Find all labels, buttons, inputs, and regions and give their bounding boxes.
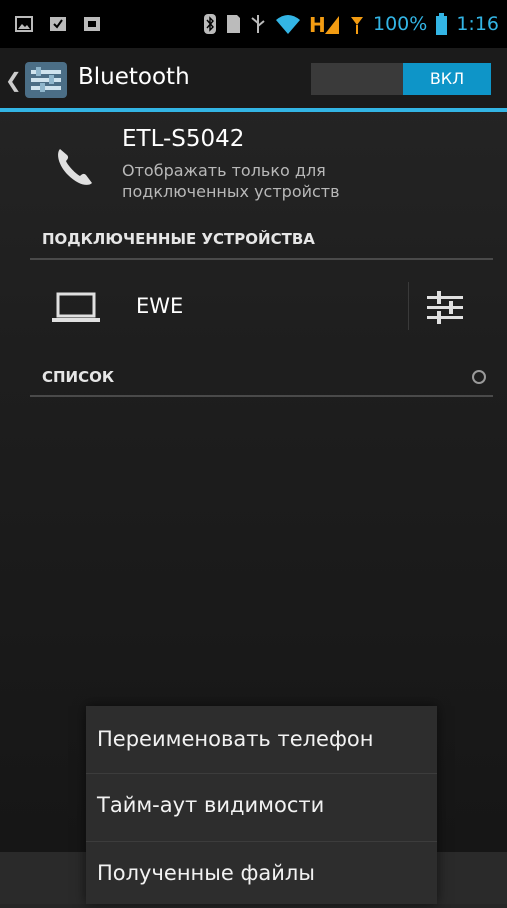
menu-item-rename-phone[interactable]: Переименовать телефон: [86, 708, 437, 774]
progress-spinner-icon: [472, 370, 486, 384]
sd-card-icon: [227, 15, 240, 33]
overflow-menu: Переименовать телефон Тайм-аут видимости…: [86, 706, 437, 904]
phone-icon: [58, 149, 92, 185]
paired-device-name: EWE: [136, 294, 184, 318]
status-bar: H 100% 1:16: [0, 0, 507, 48]
gallery-icon: [15, 16, 33, 32]
menu-item-received-files[interactable]: Полученные файлы: [86, 842, 437, 908]
bluetooth-icon: [204, 14, 216, 34]
wifi-icon: [276, 15, 300, 34]
back-caret-icon[interactable]: ❮: [5, 68, 22, 92]
video-icon: [84, 17, 100, 31]
signal-icon: [351, 17, 363, 34]
row-separator: [408, 282, 409, 330]
available-divider: [30, 395, 493, 397]
visibility-status[interactable]: Отображать только для подключенных устро…: [122, 160, 422, 202]
device-name[interactable]: ETL-S5042: [122, 126, 244, 152]
toggle-on-label: ВКЛ: [403, 63, 491, 95]
settings-app-icon[interactable]: [24, 61, 68, 99]
laptop-icon: [52, 292, 100, 322]
system-icons: H 100% 1:16: [203, 10, 499, 38]
menu-item-label: Тайм-аут видимости: [97, 793, 325, 817]
menu-item-visibility-timeout[interactable]: Тайм-аут видимости: [86, 774, 437, 840]
svg-text:H: H: [309, 13, 326, 36]
battery-percent: 100%: [373, 13, 428, 35]
paired-devices-header: ПОДКЛЮЧЕННЫЕ УСТРОЙСТВА: [42, 230, 315, 248]
available-devices-header: СПИСОК: [42, 368, 115, 386]
paired-divider: [30, 258, 493, 260]
data-signal-icon: H: [309, 13, 339, 36]
clock: 1:16: [456, 13, 499, 35]
action-bar-underline: [0, 108, 507, 112]
battery-icon: [436, 13, 448, 35]
settings-sliders-icon[interactable]: [425, 287, 465, 327]
usb-icon: [251, 15, 265, 33]
page-title: Bluetooth: [78, 64, 190, 90]
checklist-icon: [50, 17, 66, 31]
menu-item-label: Полученные файлы: [97, 861, 315, 885]
notification-icons: [14, 14, 102, 34]
menu-item-label: Переименовать телефон: [97, 727, 374, 751]
bluetooth-toggle[interactable]: ВКЛ: [311, 63, 491, 95]
